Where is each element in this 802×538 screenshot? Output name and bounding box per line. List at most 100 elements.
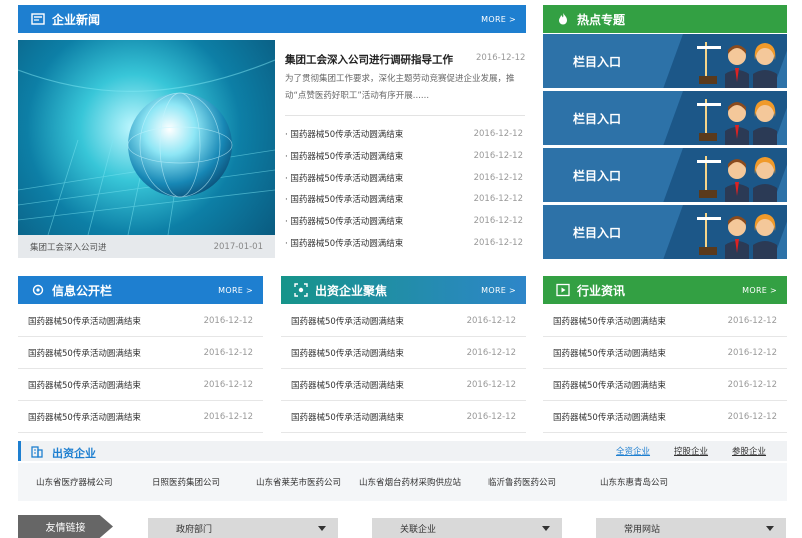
tab-holding[interactable]: 控股企业 <box>674 445 708 457</box>
list-item-title[interactable]: 国药器械50传承活动圆满结束 <box>28 315 141 327</box>
list-item[interactable]: 国药器械50传承活动圆满结束 2016-12-12 <box>281 337 526 369</box>
globe-image[interactable] <box>18 40 275 235</box>
news-list-item[interactable]: · 国药器械50传承活动圆满结束 2016-12-12 <box>285 237 523 249</box>
newspaper-icon <box>30 11 46 27</box>
list-item-title[interactable]: 国药器械50传承活动圆满结束 <box>553 315 666 327</box>
tab-shareholding[interactable]: 参股企业 <box>732 445 766 457</box>
hot-topic-entry[interactable]: 栏目入口 <box>543 34 787 88</box>
list-item-title[interactable]: 国药器械50传承活动圆满结束 <box>28 347 141 359</box>
hot-topic-label[interactable]: 栏目入口 <box>573 110 621 127</box>
chevron-down-icon <box>318 525 326 531</box>
news-item-title[interactable]: · 国药器械50传承活动圆满结束 <box>285 150 403 162</box>
people-illustration-icon <box>697 213 777 259</box>
news-title: 企业新闻 <box>52 12 101 27</box>
enterprise-link[interactable]: 临沂鲁药医药公司 <box>488 476 556 488</box>
hot-topic-label[interactable]: 栏目入口 <box>573 53 621 70</box>
lead-news-title[interactable]: 集团工会深入公司进行调研指导工作 <box>285 52 453 67</box>
select-government-value: 政府部门 <box>176 524 213 535</box>
hot-topic-entry[interactable]: 栏目入口 <box>543 205 787 259</box>
list-item[interactable]: 国药器械50传承活动圆满结束 2016-12-12 <box>543 401 787 433</box>
list-item[interactable]: 国药器械50传承活动圆满结束 2016-12-12 <box>281 369 526 401</box>
chevron-down-icon <box>766 525 774 531</box>
list-item[interactable]: 国药器械50传承活动圆满结束 2016-12-12 <box>18 401 263 433</box>
list-item-date: 2016-12-12 <box>203 379 253 390</box>
list-item-title[interactable]: 国药器械50传承活动圆满结束 <box>553 379 666 391</box>
list-item-title[interactable]: 国药器械50传承活动圆满结束 <box>553 347 666 359</box>
list-item-title[interactable]: 国药器械50传承活动圆满结束 <box>553 411 666 423</box>
list-item-title[interactable]: 国药器械50传承活动圆满结束 <box>28 411 141 423</box>
industry-more-link[interactable]: MORE > <box>742 286 777 295</box>
info-public-title: 信息公开栏 <box>52 283 113 298</box>
list-item-date: 2016-12-12 <box>203 347 253 358</box>
tab-wholly-owned[interactable]: 全资企业 <box>616 445 650 457</box>
list-item[interactable]: 国药器械50传承活动圆满结束 2016-12-12 <box>18 369 263 401</box>
list-item[interactable]: 国药器械50传承活动圆满结束 2016-12-12 <box>543 369 787 401</box>
select-common-sites[interactable]: 常用网站 <box>596 518 786 538</box>
list-item-title[interactable]: 国药器械50传承活动圆满结束 <box>291 411 404 423</box>
list-item[interactable]: 国药器械50传承活动圆满结束 2016-12-12 <box>281 305 526 337</box>
list-item-date: 2016-12-12 <box>466 347 516 358</box>
news-item-date: 2016-12-12 <box>473 129 523 139</box>
news-item-title[interactable]: · 国药器械50传承活动圆满结束 <box>285 193 403 205</box>
enterprise-title: 出资企业 <box>52 447 96 460</box>
news-list-item[interactable]: · 国药器械50传承活动圆满结束 2016-12-12 <box>285 193 523 205</box>
enterprise-link[interactable]: 山东省烟台药材采购供应站 <box>359 476 461 488</box>
focus-icon <box>293 282 309 298</box>
list-item-title[interactable]: 国药器械50传承活动圆满结束 <box>28 379 141 391</box>
hot-topic-entry[interactable]: 栏目入口 <box>543 148 787 202</box>
news-item-title[interactable]: · 国药器械50传承活动圆满结束 <box>285 237 403 249</box>
news-more-link[interactable]: MORE > <box>481 15 516 24</box>
people-illustration-icon <box>697 156 777 202</box>
list-item[interactable]: 国药器械50传承活动圆满结束 2016-12-12 <box>18 337 263 369</box>
list-item-title[interactable]: 国药器械50传承活动圆满结束 <box>291 379 404 391</box>
play-icon <box>555 282 571 298</box>
news-item-title[interactable]: · 国药器械50传承活动圆满结束 <box>285 172 403 184</box>
industry-header: 行业资讯 MORE > <box>543 276 787 304</box>
focus-header: 出资企业聚焦 MORE > <box>281 276 526 304</box>
list-item-title[interactable]: 国药器械50传承活动圆满结束 <box>291 315 404 327</box>
list-item[interactable]: 国药器械50传承活动圆满结束 2016-12-12 <box>543 337 787 369</box>
news-header: 企业新闻 MORE > <box>18 5 526 33</box>
list-item-date: 2016-12-12 <box>727 379 777 390</box>
list-item[interactable]: 国药器械50传承活动圆满结束 2016-12-12 <box>281 401 526 433</box>
list-item-date: 2016-12-12 <box>727 315 777 326</box>
friend-links-label: 友情链接 <box>18 515 113 538</box>
list-item[interactable]: 国药器械50传承活动圆满结束 2016-12-12 <box>18 305 263 337</box>
people-illustration-icon <box>697 99 777 145</box>
enterprise-link[interactable]: 山东东惠青岛公司 <box>600 476 668 488</box>
list-item-date: 2016-12-12 <box>466 411 516 422</box>
building-icon <box>31 446 43 458</box>
select-government[interactable]: 政府部门 <box>148 518 338 538</box>
news-hero[interactable]: 集团工会深入公司进 2017-01-01 <box>18 40 275 258</box>
focus-more-link[interactable]: MORE > <box>481 286 516 295</box>
select-affiliates-value: 关联企业 <box>400 524 437 535</box>
info-public-header: 信息公开栏 MORE > <box>18 276 263 304</box>
select-common-sites-value: 常用网站 <box>624 524 661 535</box>
industry-title: 行业资讯 <box>577 283 626 298</box>
news-list-item[interactable]: · 国药器械50传承活动圆满结束 2016-12-12 <box>285 128 523 140</box>
list-item-date: 2016-12-12 <box>727 347 777 358</box>
hot-topic-label[interactable]: 栏目入口 <box>573 167 621 184</box>
hot-topic-label[interactable]: 栏目入口 <box>573 224 621 241</box>
list-item-date: 2016-12-12 <box>727 411 777 422</box>
select-affiliates[interactable]: 关联企业 <box>372 518 562 538</box>
list-item[interactable]: 国药器械50传承活动圆满结束 2016-12-12 <box>543 305 787 337</box>
news-list-item[interactable]: · 国药器械50传承活动圆满结束 2016-12-12 <box>285 172 523 184</box>
list-item-date: 2016-12-12 <box>203 411 253 422</box>
news-item-title[interactable]: · 国药器械50传承活动圆满结束 <box>285 128 403 140</box>
news-list-item[interactable]: · 国药器械50传承活动圆满结束 2016-12-12 <box>285 215 523 227</box>
list-item-title[interactable]: 国药器械50传承活动圆满结束 <box>291 347 404 359</box>
enterprise-link[interactable]: 日照医药集团公司 <box>152 476 220 488</box>
gear-icon <box>30 282 46 298</box>
lead-news-summary: 为了贯彻集团工作要求，深化主题劳动竞赛促进企业发展，推动“点赞医药好职工”活动有… <box>285 74 515 101</box>
hero-date: 2017-01-01 <box>213 241 263 252</box>
list-item-date: 2016-12-12 <box>466 315 516 326</box>
info-public-more-link[interactable]: MORE > <box>218 286 253 295</box>
news-list-item[interactable]: · 国药器械50传承活动圆满结束 2016-12-12 <box>285 150 523 162</box>
list-item-date: 2016-12-12 <box>203 315 253 326</box>
hot-topic-entry[interactable]: 栏目入口 <box>543 91 787 145</box>
enterprise-link[interactable]: 山东省医疗器械公司 <box>36 476 113 488</box>
enterprise-link[interactable]: 山东省莱芜市医药公司 <box>256 476 341 488</box>
news-item-title[interactable]: · 国药器械50传承活动圆满结束 <box>285 215 403 227</box>
hero-caption[interactable]: 集团工会深入公司进 <box>30 241 107 253</box>
